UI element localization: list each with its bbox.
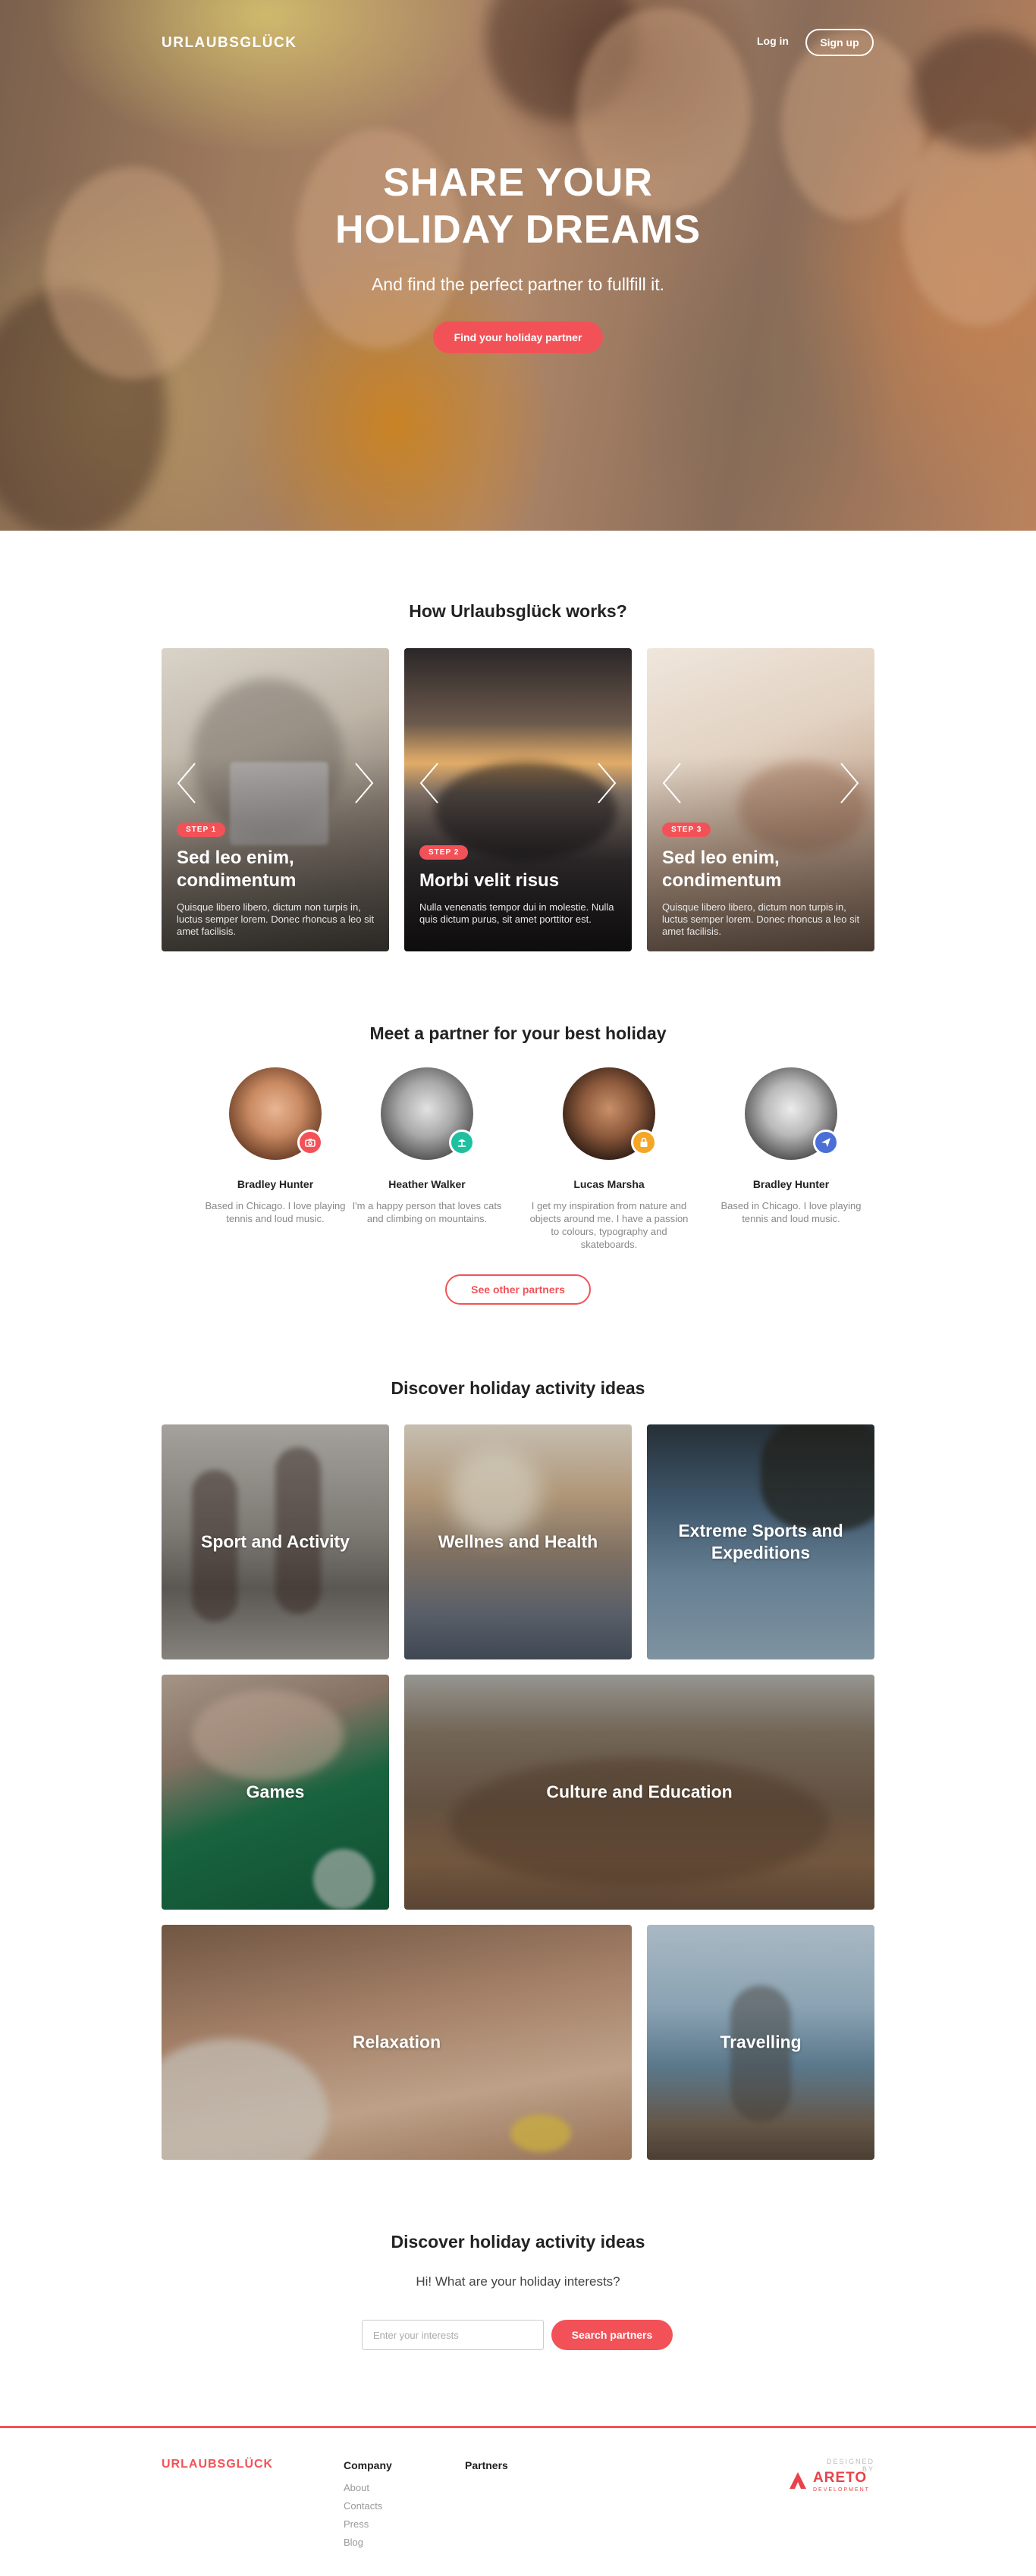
areto-logo-icon [790,2472,806,2489]
footer-link-about[interactable]: About [344,2482,369,2493]
interests-input[interactable] [362,2320,544,2350]
areto-brand: ARETO [813,2470,868,2486]
plane-icon [821,1138,830,1147]
step-card: STEP 3 Sed leo enim, condimentum Quisque… [647,648,874,951]
partner-card[interactable]: Heather Walker I'm a happy person that l… [336,1067,518,1225]
partner-description: Based in Chicago. I love playing tennis … [205,1200,346,1224]
footer-link-contacts[interactable]: Contacts [344,2500,382,2512]
partner-badge [297,1130,323,1155]
step-card: STEP 1 Sed leo enim, condimentum Quisque… [162,648,389,951]
footer-logo[interactable]: URLAUBSGLÜCK [162,2458,273,2471]
hero-overlay [0,0,1036,531]
avatar[interactable] [563,1067,657,1160]
tile-label: Wellnes and Health [438,1531,598,1552]
partner-description: I'm a happy person that loves cats and c… [352,1200,502,1224]
hero-title-line: HOLIDAY DREAMS [334,208,702,252]
carousel-next-arrow[interactable] [353,760,375,806]
partner-badge [813,1130,839,1155]
camera-icon [305,1139,316,1147]
activity-tile-travelling[interactable]: Travelling [647,1925,874,2160]
step-badge: STEP 1 [177,823,226,837]
hero-subtitle: And find the perfect partner to fullfill… [371,274,665,294]
see-other-partners-button[interactable]: See other partners [445,1274,591,1305]
site-logo[interactable]: URLAUBSGLÜCK [162,35,297,52]
hero-title-line: SHARE YOUR [383,161,653,205]
activity-tile-relaxation[interactable]: Relaxation [162,1925,632,2160]
activity-tile-culture[interactable]: Culture and Education [404,1675,874,1910]
carousel-next-arrow[interactable] [595,760,618,806]
step-badge: STEP 3 [662,823,711,837]
avatar[interactable] [745,1067,839,1160]
how-it-works-title: How Urlaubsglück works? [409,601,627,621]
step-text: Quisque libero libero, dictum non turpis… [662,901,860,937]
hero-banner: URLAUBSGLÜCK Log in Sign up SHARE YOUR H… [0,0,1036,531]
search-partners-button[interactable]: Search partners [551,2320,673,2350]
beach-icon [458,1139,466,1147]
login-link[interactable]: Log in [757,35,789,47]
partners-title: Meet a partner for your best holiday [369,1023,667,1043]
avatar[interactable] [381,1067,475,1160]
step-title: Sed leo enim, condimentum [177,848,297,891]
step-title: Sed leo enim, condimentum [662,848,782,891]
tile-label: Games [246,1782,305,1802]
partner-description: Based in Chicago. I love playing tennis … [720,1200,862,1224]
step-title: Morbi velit risus [419,870,560,891]
footer-link-blog[interactable]: Blog [344,2537,363,2548]
partner-card[interactable]: Lucas Marsha I get my inspiration from n… [518,1067,700,1251]
step-card: STEP 2 Morbi velit risus Nulla venenatis… [404,648,632,951]
tile-label: Culture and Education [546,1782,733,1802]
avatar[interactable] [229,1067,323,1160]
search-title: Discover holiday activity ideas [391,2232,645,2252]
partner-description: I get my inspiration from nature and obj… [529,1200,689,1250]
footer-divider [0,2426,1036,2428]
carousel-next-arrow[interactable] [838,760,861,806]
activity-tile-wellness[interactable]: Wellnes and Health [404,1424,632,1659]
footer-partners-heading[interactable]: Partners [465,2459,508,2471]
carousel-prev-arrow[interactable] [175,760,198,806]
activity-tile-sport[interactable]: Sport and Activity [162,1424,389,1659]
tile-label: Relaxation [352,2032,441,2052]
step-badge: STEP 2 [419,845,469,860]
tile-label: Extreme Sports and Expeditions [678,1521,843,1562]
step-text: Quisque libero libero, dictum non turpis… [177,901,375,937]
partner-card[interactable]: Bradley Hunter Based in Chicago. I love … [700,1067,882,1225]
partner-badge [449,1130,475,1155]
areto-logo[interactable]: ARETO DEVELOPMENT [789,2470,876,2496]
search-subtitle: Hi! What are your holiday interests? [416,2274,620,2289]
partner-name: Bradley Hunter [752,1178,830,1190]
activity-tile-games[interactable]: Games [162,1675,389,1910]
carousel-prev-arrow[interactable] [418,760,441,806]
partner-name: Lucas Marsha [573,1178,645,1190]
footer-link-press[interactable]: Press [344,2518,369,2530]
partner-badge [631,1130,657,1155]
find-partner-button[interactable]: Find your holiday partner [433,321,603,353]
signup-button[interactable]: Sign up [805,29,874,56]
hero-title: SHARE YOUR HOLIDAY DREAMS [0,159,1036,253]
step-text: Nulla venenatis tempor dui in molestie. … [419,901,614,925]
activity-tile-extreme[interactable]: Extreme Sports and Expeditions [647,1424,874,1659]
tile-label: Sport and Activity [201,1531,350,1552]
lock-icon [640,1137,648,1147]
activities-title: Discover holiday activity ideas [391,1378,645,1398]
partner-name: Heather Walker [388,1178,466,1190]
areto-tagline: DEVELOPMENT [813,2487,870,2493]
footer-company-heading: Company [344,2459,392,2471]
carousel-prev-arrow[interactable] [661,760,683,806]
tile-label: Travelling [720,2032,802,2052]
